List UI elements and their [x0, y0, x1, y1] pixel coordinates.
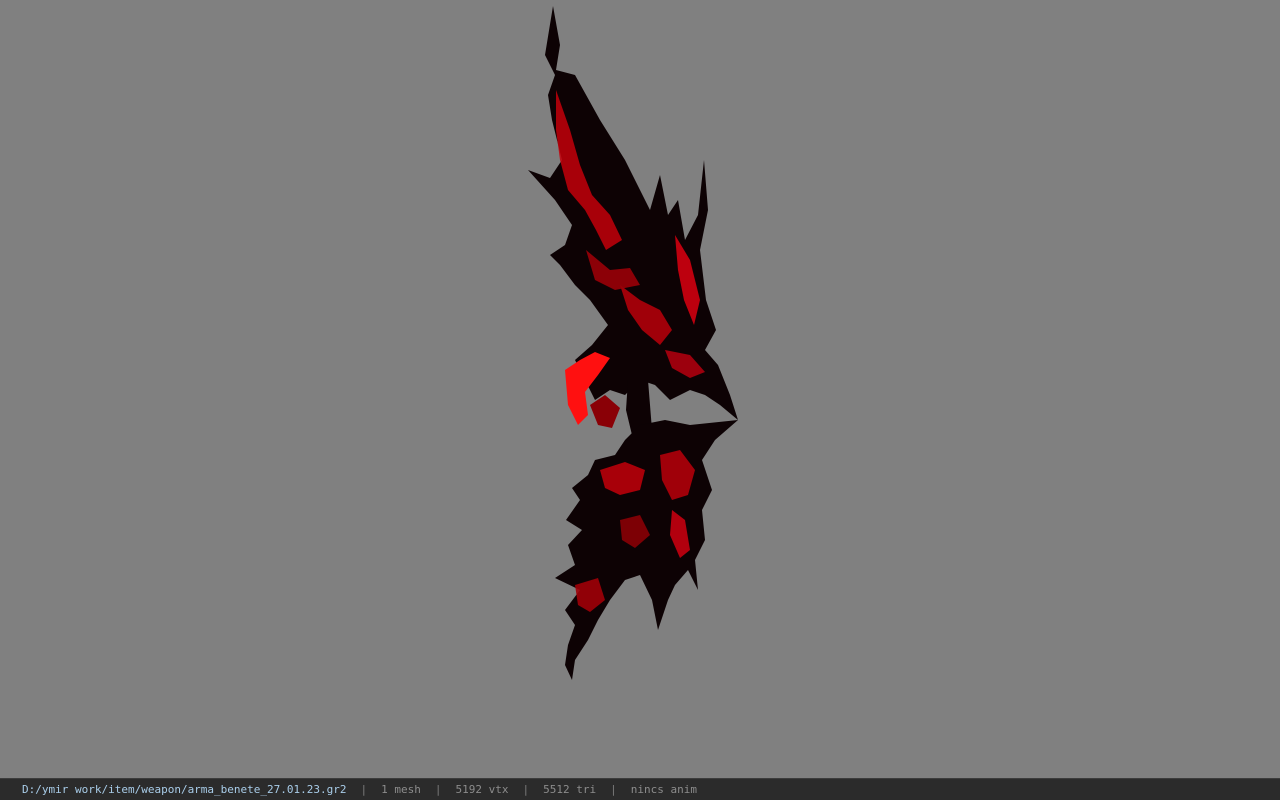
upper-blade [528, 6, 738, 420]
status-bar: D:/ymir work/item/weapon/arma_benete_27.… [0, 778, 1280, 800]
lower-blade [555, 420, 738, 680]
vertex-count: 5192 vtx [455, 783, 509, 796]
animation-status: nincs anim [630, 783, 697, 796]
separator: | [360, 783, 368, 796]
triangle-count: 5512 tri [543, 783, 597, 796]
separator: | [434, 783, 442, 796]
file-path: D:/ymir work/item/weapon/arma_benete_27.… [22, 783, 347, 796]
3d-viewport[interactable] [0, 0, 1280, 778]
separator: | [522, 783, 530, 796]
mesh-count: 1 mesh [381, 783, 421, 796]
separator: | [610, 783, 617, 796]
weapon-model[interactable] [0, 0, 1280, 778]
